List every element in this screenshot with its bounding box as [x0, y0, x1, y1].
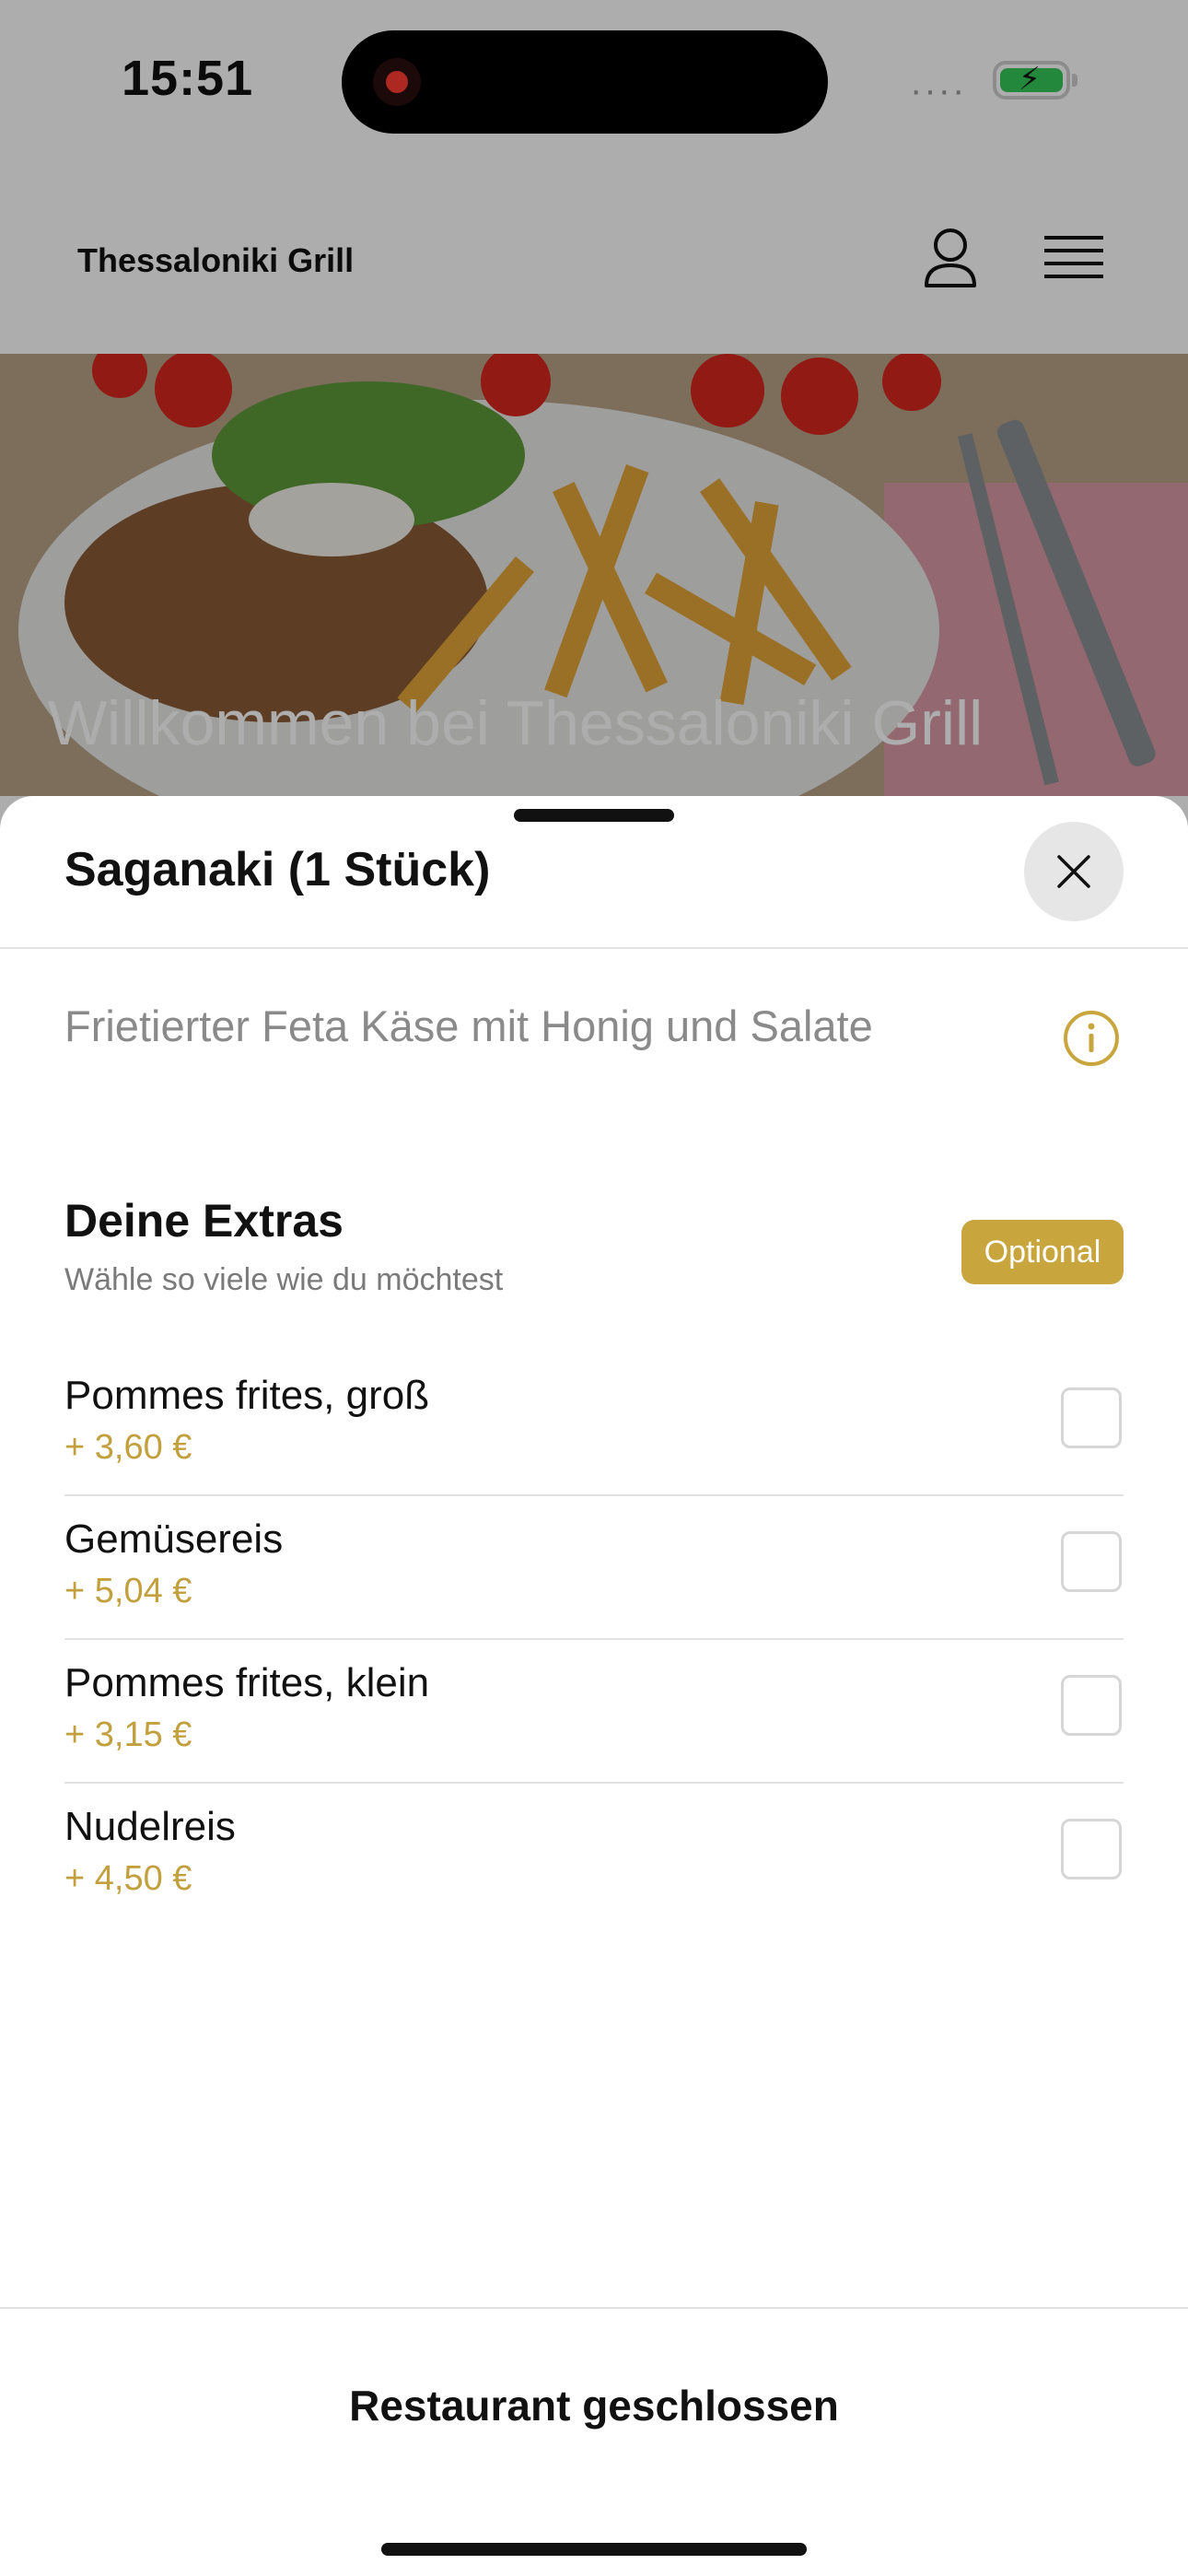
- extra-option-checkbox[interactable]: [1061, 1819, 1122, 1879]
- extra-option-name: Pommes frites, groß: [64, 1373, 430, 1418]
- extra-option[interactable]: Nudelreis + 4,50 €: [64, 1784, 1124, 1927]
- extra-option[interactable]: Pommes frites, groß + 3,60 €: [64, 1352, 1124, 1496]
- extra-option-checkbox[interactable]: [1061, 1388, 1122, 1448]
- extra-option-price: + 4,50 €: [64, 1859, 192, 1898]
- extra-option-price: + 5,04 €: [64, 1572, 192, 1610]
- home-indicator[interactable]: [381, 2543, 807, 2556]
- product-description: Frietierter Feta Käse mit Honig und Sala…: [64, 1001, 873, 1050]
- restaurant-closed-status: Restaurant geschlossen: [349, 2382, 839, 2430]
- extra-option-price: + 3,60 €: [64, 1428, 192, 1467]
- extras-section-title: Deine Extras: [64, 1195, 344, 1247]
- sheet-drag-handle[interactable]: [514, 809, 674, 822]
- product-title: Saganaki (1 Stück): [64, 843, 491, 896]
- extra-option-name: Gemüsereis: [64, 1516, 284, 1562]
- extra-option-checkbox[interactable]: [1061, 1531, 1122, 1592]
- extra-option-name: Nudelreis: [64, 1804, 236, 1849]
- header-divider: [0, 947, 1188, 949]
- product-bottom-sheet: Saganaki (1 Stück) Frietierter Feta Käse…: [0, 796, 1188, 2576]
- extra-option[interactable]: Gemüsereis + 5,04 €: [64, 1496, 1124, 1640]
- close-button[interactable]: [1024, 822, 1124, 921]
- extra-option-price: + 3,15 €: [64, 1715, 192, 1754]
- info-icon[interactable]: [1063, 1010, 1120, 1067]
- extra-option-checkbox[interactable]: [1061, 1675, 1122, 1736]
- extras-section-subtitle: Wähle so viele wie du möchtest: [64, 1262, 504, 1297]
- close-icon: [1057, 855, 1090, 888]
- extra-option[interactable]: Pommes frites, klein + 3,15 €: [64, 1640, 1124, 1784]
- footer-divider: [0, 2307, 1188, 2309]
- optional-badge: Optional: [961, 1220, 1124, 1284]
- extra-option-name: Pommes frites, klein: [64, 1660, 430, 1705]
